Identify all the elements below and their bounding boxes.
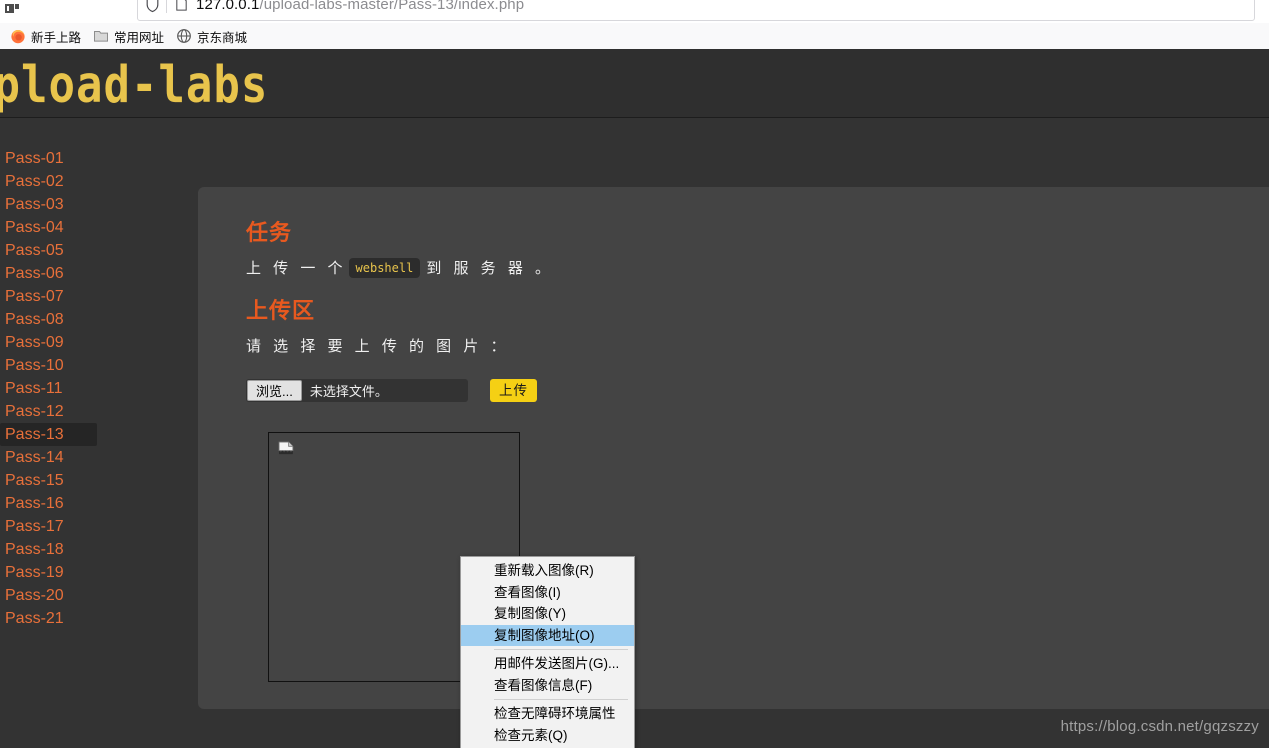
globe-icon	[177, 29, 191, 43]
folder-icon	[94, 31, 109, 42]
site-header: upload-labs	[0, 49, 1269, 118]
sidebar-item-pass-05[interactable]: Pass-05	[0, 239, 198, 262]
sidebar-item-pass-19[interactable]: Pass-19	[0, 561, 198, 584]
sidebar-item-pass-18[interactable]: Pass-18	[0, 538, 198, 561]
sidebar-item-pass-06[interactable]: Pass-06	[0, 262, 198, 285]
sidebar-item-pass-13[interactable]: Pass-13	[0, 423, 97, 446]
bookmark-label: 新手上路	[31, 30, 82, 45]
context-menu-item-reload-image[interactable]: 重新载入图像(R)	[461, 560, 634, 582]
url-host: 127.0.0.1	[196, 0, 260, 13]
browse-button[interactable]: 浏览...	[247, 380, 302, 401]
context-menu-item-email-image[interactable]: 用邮件发送图片(G)...	[461, 653, 634, 675]
sidebar-item-pass-14[interactable]: Pass-14	[0, 446, 198, 469]
webshell-code-badge: webshell	[348, 257, 421, 278]
sidebar-item-pass-01[interactable]: Pass-01	[0, 147, 198, 170]
site-logo: upload-labs	[0, 56, 269, 115]
file-status-text: 未选择文件。	[309, 384, 388, 399]
sidebar-item-pass-16[interactable]: Pass-16	[0, 492, 198, 515]
bookmark-item-changyongwangzhi[interactable]: 常用网址	[87, 25, 170, 47]
file-input[interactable]: 浏览... 未选择文件。	[246, 379, 468, 402]
watermark-text: https://blog.csdn.net/gqzszzy	[1060, 718, 1259, 735]
context-menu-item-view-image[interactable]: 查看图像(I)	[461, 582, 634, 604]
task-heading: 任务	[246, 220, 293, 245]
sidebar-item-pass-21[interactable]: Pass-21	[0, 607, 198, 630]
browser-toolbar: 127.0.0.1/upload-labs-master/Pass-13/ind…	[0, 0, 1269, 23]
main-panel: 任务 上 传 一 个 webshell 到 服 务 器 。 上传区 请 选 择 …	[198, 187, 1269, 709]
upload-submit-button[interactable]: 上传	[490, 379, 537, 402]
url-bar-divider	[166, 0, 167, 13]
context-menu-separator	[494, 699, 628, 700]
sidebar-item-pass-10[interactable]: Pass-10	[0, 354, 198, 377]
bookmark-item-xinshoushanglu[interactable]: 新手上路	[4, 25, 87, 47]
sidebar-item-pass-09[interactable]: Pass-09	[0, 331, 198, 354]
url-path: /upload-labs-master/Pass-13/index.php	[259, 0, 525, 13]
bookmark-label: 京东商城	[197, 30, 248, 45]
context-menu-item-inspect-element[interactable]: 检查元素(Q)	[461, 725, 634, 747]
image-context-menu: 重新载入图像(R) 查看图像(I) 复制图像(Y) 复制图像地址(O) 用邮件发…	[460, 556, 635, 748]
bookmark-label: 常用网址	[114, 30, 165, 45]
context-menu-item-view-image-info[interactable]: 查看图像信息(F)	[461, 675, 634, 697]
sidebar-item-pass-12[interactable]: Pass-12	[0, 400, 198, 423]
sidebar-item-pass-07[interactable]: Pass-07	[0, 285, 198, 308]
sidebar-item-pass-03[interactable]: Pass-03	[0, 193, 198, 216]
task-text-before: 上 传 一 个	[246, 260, 347, 277]
url-text[interactable]: 127.0.0.1/upload-labs-master/Pass-13/ind…	[196, 0, 524, 13]
context-menu-item-copy-image-address[interactable]: 复制图像地址(O)	[461, 624, 634, 646]
context-menu-separator	[494, 649, 628, 650]
bookmarks-bar: 新手上路 常用网址 京东商城	[0, 23, 1269, 49]
firefox-icon	[11, 30, 25, 44]
upload-form: 浏览... 未选择文件。 上传	[246, 379, 537, 402]
upload-heading: 上传区	[246, 298, 316, 323]
page-icon[interactable]	[174, 0, 189, 12]
upload-prompt: 请 选 择 要 上 传 的 图 片 ：	[246, 338, 510, 355]
bookmark-item-jingdongshangcheng[interactable]: 京东商城	[170, 25, 253, 47]
sidebar-item-pass-20[interactable]: Pass-20	[0, 584, 198, 607]
page-content: upload-labs Pass-01 Pass-02 Pass-03 Pass…	[0, 49, 1269, 748]
shield-icon[interactable]	[144, 0, 161, 13]
task-text-after: 到 服 务 器 。	[426, 260, 554, 277]
sidebar-item-pass-04[interactable]: Pass-04	[0, 216, 198, 239]
window-control-icon[interactable]	[3, 0, 23, 15]
sidebar-item-pass-17[interactable]: Pass-17	[0, 515, 198, 538]
sidebar-item-pass-02[interactable]: Pass-02	[0, 170, 198, 193]
sidebar-item-pass-15[interactable]: Pass-15	[0, 469, 198, 492]
context-menu-item-inspect-accessibility[interactable]: 检查无障碍环境属性	[461, 703, 634, 725]
context-menu-item-copy-image[interactable]: 复制图像(Y)	[461, 603, 634, 625]
sidebar-item-pass-08[interactable]: Pass-08	[0, 308, 198, 331]
task-description: 上 传 一 个 webshell 到 服 务 器 。	[246, 257, 554, 278]
broken-image-icon	[278, 441, 294, 455]
sidebar-item-pass-11[interactable]: Pass-11	[0, 377, 198, 400]
screenshot-root: 127.0.0.1/upload-labs-master/Pass-13/ind…	[0, 0, 1269, 748]
sidebar-nav: Pass-01 Pass-02 Pass-03 Pass-04 Pass-05 …	[0, 118, 198, 748]
url-bar[interactable]: 127.0.0.1/upload-labs-master/Pass-13/ind…	[137, 0, 1255, 21]
